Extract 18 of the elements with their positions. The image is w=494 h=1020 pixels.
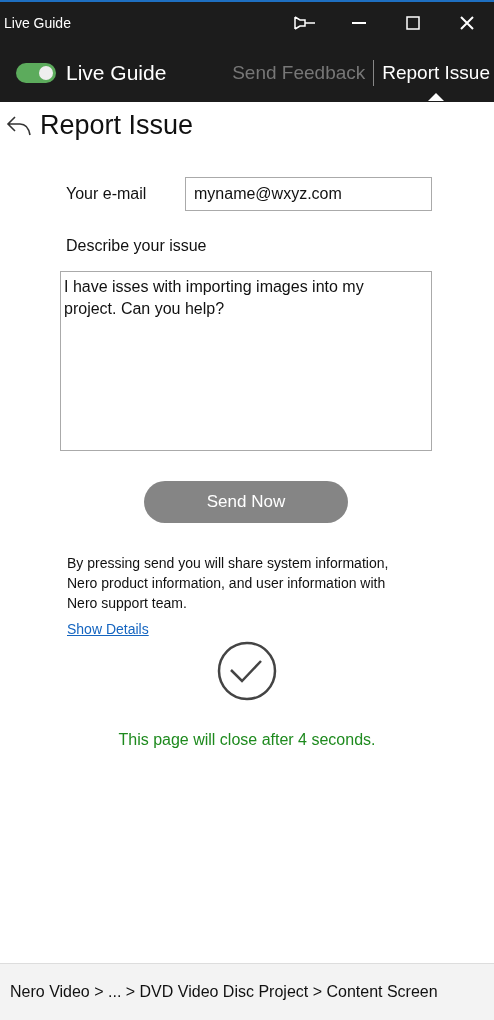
close-icon[interactable] <box>460 16 474 30</box>
maximize-icon[interactable] <box>406 16 420 30</box>
breadcrumb-path: Nero Video > ... > DVD Video Disc Project > Content Screen <box>10 983 438 1001</box>
window-title: Live Guide <box>3 15 72 31</box>
nav-tab[interactable]: Send Feedback <box>232 62 366 84</box>
issue-label: Describe your issue <box>65 237 208 255</box>
toggle-switch[interactable] <box>16 63 56 83</box>
page-title: Report Issue <box>40 110 194 141</box>
check-icon <box>217 641 277 701</box>
status-message: This page will close after 4 seconds. <box>118 731 376 749</box>
email-field[interactable]: myname@wxyz.com <box>185 177 432 211</box>
nav-tab[interactable]: Report Issue <box>382 62 490 84</box>
details-link[interactable]: Show Details <box>67 621 149 637</box>
notice-text: By pressing send you will share system information, Nero product information, and user information with Nero support team. <box>67 554 390 613</box>
issue-field[interactable]: I have isses with importing images into my project. Can you help? <box>60 271 432 451</box>
email-label: Your e-mail <box>65 185 148 203</box>
back-icon[interactable] <box>6 114 32 137</box>
toggle-label: Live Guide <box>66 61 168 85</box>
